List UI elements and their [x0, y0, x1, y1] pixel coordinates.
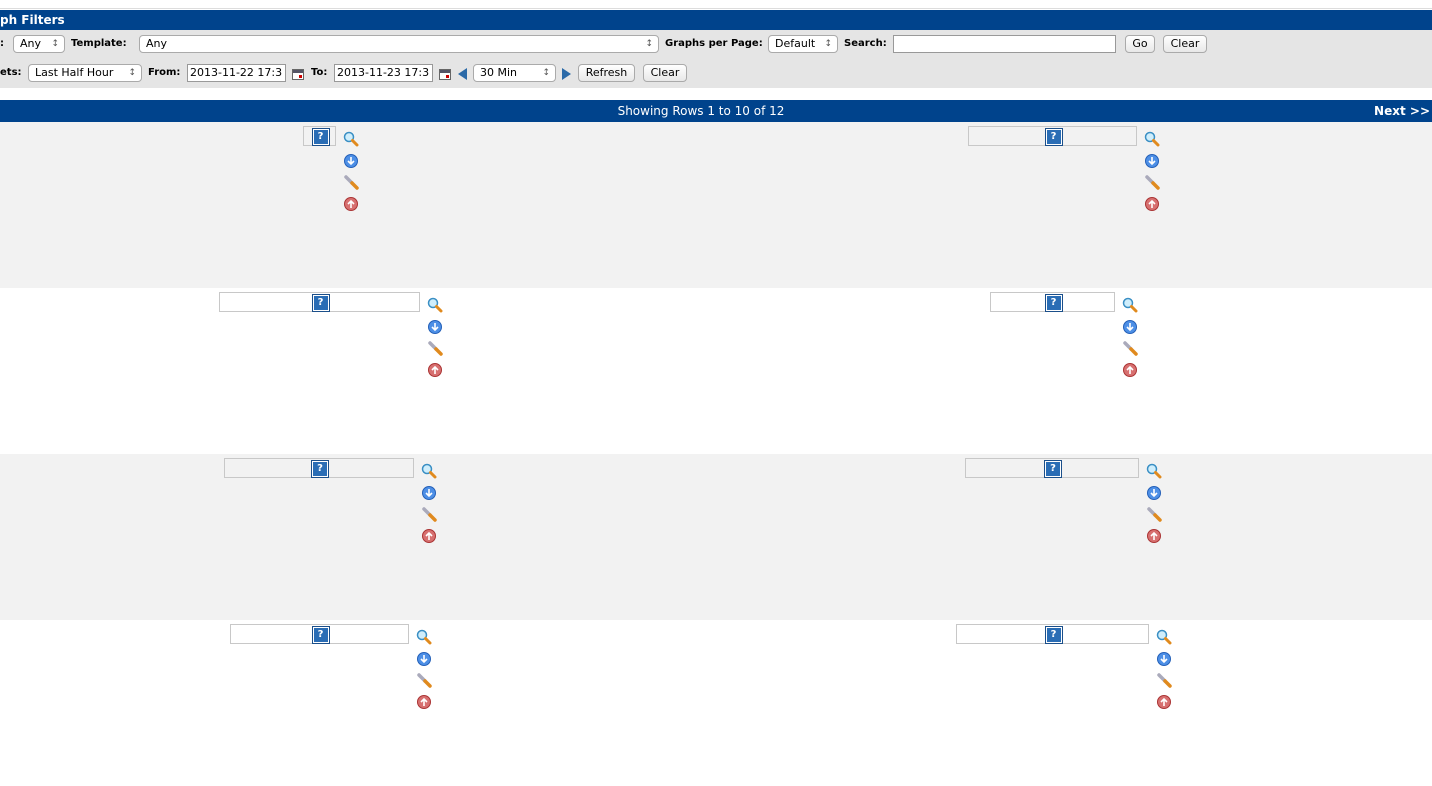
move-up-icon[interactable]: [421, 528, 437, 544]
export-icon[interactable]: [343, 153, 359, 169]
graph-image[interactable]: ?: [956, 624, 1149, 644]
zoom-icon[interactable]: [416, 629, 432, 645]
properties-icon[interactable]: [1144, 174, 1160, 190]
move-up-icon[interactable]: [343, 196, 359, 212]
shift-left-icon[interactable]: [458, 68, 467, 80]
graph-row: ??: [0, 288, 1432, 454]
graph-image[interactable]: ?: [219, 292, 420, 312]
refresh-button[interactable]: Refresh: [578, 64, 635, 82]
host-label: :: [0, 38, 4, 49]
export-icon[interactable]: [1122, 319, 1138, 335]
broken-image-icon: ?: [1044, 626, 1063, 644]
properties-icon[interactable]: [343, 174, 359, 190]
graphs-per-page-label: Graphs per Page:: [665, 38, 763, 49]
to-label: To:: [311, 67, 328, 78]
search-input[interactable]: [893, 35, 1116, 53]
template-select[interactable]: Any: [139, 35, 659, 53]
graph-image[interactable]: ?: [303, 126, 336, 146]
host-select[interactable]: Any: [13, 35, 65, 53]
export-icon[interactable]: [427, 319, 443, 335]
broken-image-icon: ?: [311, 626, 330, 644]
clear-button[interactable]: Clear: [1163, 35, 1207, 53]
search-label: Search:: [844, 38, 887, 49]
header-title: ph Filters: [0, 13, 65, 27]
export-icon[interactable]: [1144, 153, 1160, 169]
properties-icon[interactable]: [416, 672, 432, 688]
graph-filters-header: ph Filters: [0, 10, 1432, 30]
zoom-icon[interactable]: [1156, 629, 1172, 645]
graph-image[interactable]: ?: [965, 458, 1139, 478]
export-icon[interactable]: [416, 651, 432, 667]
graph-image[interactable]: ?: [968, 126, 1137, 146]
from-input[interactable]: 2013-11-22 17:3: [187, 64, 286, 82]
broken-image-icon: ?: [311, 460, 329, 478]
properties-icon[interactable]: [1122, 340, 1138, 356]
calendar-icon[interactable]: [292, 69, 304, 80]
calendar-icon[interactable]: [439, 69, 451, 80]
showing-rows-text: Showing Rows 1 to 10 of 12: [617, 104, 785, 118]
presets-select[interactable]: Last Half Hour: [28, 64, 142, 82]
graph-row: ??: [0, 620, 1432, 786]
zoom-icon[interactable]: [1146, 463, 1162, 479]
pagination-bar: Showing Rows 1 to 10 of 12 Next >>: [0, 100, 1432, 122]
properties-icon[interactable]: [1146, 506, 1162, 522]
graph-image[interactable]: ?: [230, 624, 409, 644]
broken-image-icon: ?: [1044, 294, 1063, 312]
move-up-icon[interactable]: [427, 362, 443, 378]
filter-panel: : Any Template: Any Graphs per Page: Def…: [0, 30, 1432, 88]
presets-label: ets:: [0, 67, 22, 78]
clear-time-button[interactable]: Clear: [643, 64, 687, 82]
move-up-icon[interactable]: [1146, 528, 1162, 544]
shift-right-icon[interactable]: [562, 68, 571, 80]
properties-icon[interactable]: [421, 506, 437, 522]
export-icon[interactable]: [1156, 651, 1172, 667]
move-up-icon[interactable]: [1122, 362, 1138, 378]
properties-icon[interactable]: [1156, 672, 1172, 688]
broken-image-icon: ?: [311, 294, 330, 312]
zoom-icon[interactable]: [343, 131, 359, 147]
graph-image[interactable]: ?: [224, 458, 414, 478]
broken-image-icon: ?: [311, 128, 330, 146]
template-label: Template:: [71, 38, 127, 49]
zoom-icon[interactable]: [1144, 131, 1160, 147]
export-icon[interactable]: [1146, 485, 1162, 501]
to-input[interactable]: 2013-11-23 17:3: [334, 64, 433, 82]
zoom-icon[interactable]: [427, 297, 443, 313]
from-label: From:: [148, 67, 181, 78]
next-page-link[interactable]: Next >>: [1374, 100, 1430, 122]
timespan-select[interactable]: 30 Min: [473, 64, 556, 82]
graphs-per-page-select[interactable]: Default: [768, 35, 838, 53]
properties-icon[interactable]: [427, 340, 443, 356]
export-icon[interactable]: [421, 485, 437, 501]
graph-row: ??: [0, 122, 1432, 288]
broken-image-icon: ?: [1044, 128, 1063, 146]
zoom-icon[interactable]: [421, 463, 437, 479]
go-button[interactable]: Go: [1125, 35, 1155, 53]
move-up-icon[interactable]: [1156, 694, 1172, 710]
top-border: [0, 0, 1432, 9]
graph-image[interactable]: ?: [990, 292, 1115, 312]
move-up-icon[interactable]: [1144, 196, 1160, 212]
zoom-icon[interactable]: [1122, 297, 1138, 313]
move-up-icon[interactable]: [416, 694, 432, 710]
broken-image-icon: ?: [1044, 460, 1062, 478]
graph-row: ??: [0, 454, 1432, 620]
